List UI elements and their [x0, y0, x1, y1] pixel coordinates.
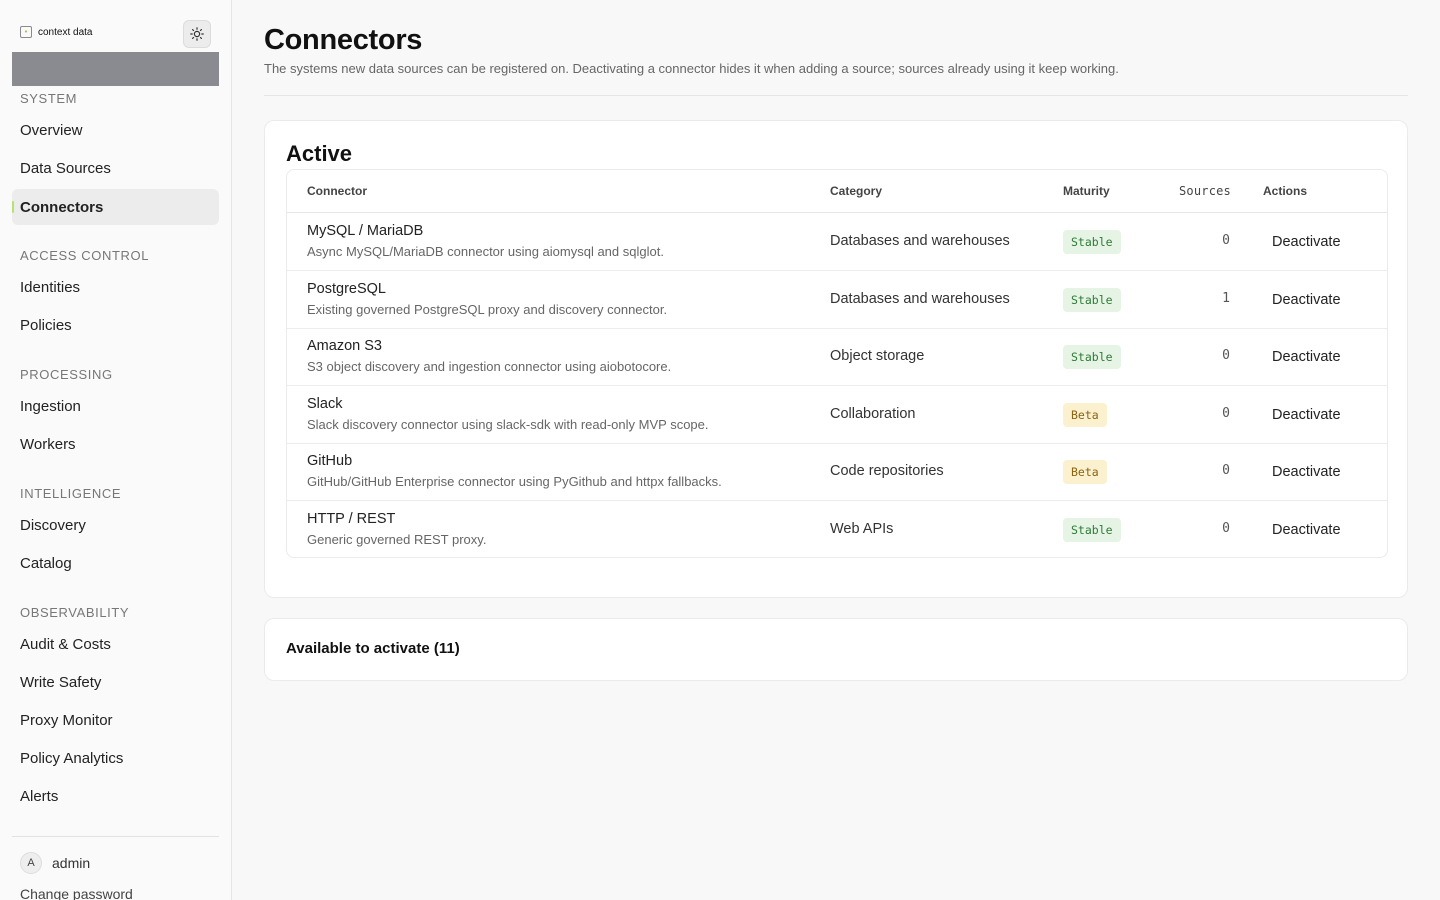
active-section-title: Active: [286, 141, 353, 166]
nav-section-system: SYSTEM: [20, 91, 78, 106]
connector-category: Code repositories: [830, 463, 944, 479]
column-header-sources: Sources: [1179, 184, 1231, 198]
sources-count: 0: [1222, 521, 1230, 536]
sources-count: 0: [1222, 233, 1230, 248]
deactivate-button[interactable]: Deactivate: [1263, 342, 1350, 372]
connector-name: GitHub: [307, 453, 353, 469]
brand-logo[interactable]: • context data: [20, 26, 92, 38]
connector-description: GitHub/GitHub Enterprise connector using…: [307, 474, 722, 489]
sidebar-divider: [12, 836, 219, 837]
column-header-connector: Connector: [307, 184, 367, 198]
sidebar-item-overview[interactable]: Overview: [12, 112, 219, 148]
maturity-badge: Stable: [1063, 518, 1121, 542]
sidebar-item-identities[interactable]: Identities: [12, 269, 219, 305]
page-subtitle: The systems new data sources can be regi…: [264, 61, 1119, 76]
active-connectors-card: Active Connector Category Maturity Sourc…: [264, 120, 1408, 598]
brand-name: context data: [38, 26, 93, 38]
sidebar-item-proxy-monitor[interactable]: Proxy Monitor: [12, 702, 219, 738]
page-title: Connectors: [264, 24, 423, 56]
maturity-badge: Stable: [1063, 345, 1121, 369]
sidebar: • context data SYSTEM Overview Data Sour…: [0, 0, 232, 900]
connector-name: MySQL / MariaDB: [307, 223, 424, 239]
sources-count: 0: [1222, 406, 1230, 421]
sidebar-item-ingestion[interactable]: Ingestion: [12, 388, 219, 424]
sidebar-item-write-safety[interactable]: Write Safety: [12, 664, 219, 700]
sources-count: 0: [1222, 348, 1230, 363]
avatar: A: [20, 852, 42, 874]
sun-icon: [190, 27, 204, 41]
logo-icon: •: [20, 26, 32, 38]
connector-description: Existing governed PostgreSQL proxy and d…: [307, 302, 668, 317]
connectors-table: Connector Category Maturity Sources Acti…: [286, 169, 1388, 558]
connector-category: Object storage: [830, 348, 925, 364]
table-row: HTTP / REST Generic governed REST proxy.…: [287, 501, 1387, 557]
available-connectors-card[interactable]: Available to activate (11): [264, 618, 1408, 681]
table-row: GitHub GitHub/GitHub Enterprise connecto…: [287, 443, 1387, 501]
nav-section-processing: PROCESSING: [20, 367, 113, 382]
column-header-maturity: Maturity: [1063, 184, 1110, 198]
maturity-badge: Stable: [1063, 230, 1121, 254]
column-header-actions: Actions: [1263, 184, 1308, 198]
maturity-badge: Beta: [1063, 460, 1107, 484]
column-header-category: Category: [830, 184, 883, 198]
change-password-link[interactable]: Change password: [20, 886, 133, 900]
sidebar-item-workers[interactable]: Workers: [12, 426, 219, 462]
deactivate-button[interactable]: Deactivate: [1263, 400, 1350, 430]
connector-description: Generic governed REST proxy.: [307, 532, 487, 547]
connector-category: Databases and warehouses: [830, 233, 1010, 249]
connector-category: Web APIs: [830, 521, 894, 537]
sidebar-item-policy-analytics[interactable]: Policy Analytics: [12, 740, 219, 776]
sidebar-item-data-sources[interactable]: Data Sources: [12, 150, 219, 186]
theme-toggle-button[interactable]: [183, 20, 211, 48]
header-divider: [264, 95, 1408, 96]
maturity-badge: Beta: [1063, 403, 1107, 427]
connector-description: Slack discovery connector using slack-sd…: [307, 417, 709, 432]
connector-name: HTTP / REST: [307, 511, 396, 527]
deactivate-button[interactable]: Deactivate: [1263, 227, 1350, 257]
sidebar-item-audit-costs[interactable]: Audit & Costs: [12, 626, 219, 662]
sidebar-item-alerts[interactable]: Alerts: [12, 778, 219, 814]
sidebar-item-policies[interactable]: Policies: [12, 307, 219, 343]
connector-description: Async MySQL/MariaDB connector using aiom…: [307, 244, 664, 259]
connector-name: Slack: [307, 396, 343, 412]
maturity-badge: Stable: [1063, 288, 1121, 312]
nav-section-observability: OBSERVABILITY: [20, 605, 130, 620]
table-header: Connector Category Maturity Sources Acti…: [287, 170, 1387, 213]
connector-category: Databases and warehouses: [830, 291, 1010, 307]
sidebar-item-connectors[interactable]: Connectors: [12, 189, 219, 225]
nav-section-access-control: ACCESS CONTROL: [20, 248, 150, 263]
table-row: PostgreSQL Existing governed PostgreSQL …: [287, 271, 1387, 329]
deactivate-button[interactable]: Deactivate: [1263, 285, 1350, 315]
table-row: MySQL / MariaDB Async MySQL/MariaDB conn…: [287, 213, 1387, 271]
sidebar-item-catalog[interactable]: Catalog: [12, 545, 219, 581]
sources-count: 0: [1222, 463, 1230, 478]
deactivate-button[interactable]: Deactivate: [1263, 515, 1350, 545]
sidebar-item-discovery[interactable]: Discovery: [12, 507, 219, 543]
username: admin: [52, 855, 91, 871]
table-row: Slack Slack discovery connector using sl…: [287, 386, 1387, 444]
nav-section-intelligence: INTELLIGENCE: [20, 486, 122, 501]
connector-category: Collaboration: [830, 406, 916, 422]
user-menu[interactable]: A admin: [20, 852, 90, 874]
sources-count: 1: [1222, 291, 1230, 306]
connector-description: S3 object discovery and ingestion connec…: [307, 359, 672, 374]
deactivate-button[interactable]: Deactivate: [1263, 457, 1350, 487]
sidebar-banner: [12, 52, 219, 86]
connector-name: Amazon S3: [307, 338, 382, 354]
available-section-title[interactable]: Available to activate (11): [286, 640, 460, 657]
connector-name: PostgreSQL: [307, 281, 386, 297]
table-row: Amazon S3 S3 object discovery and ingest…: [287, 328, 1387, 386]
